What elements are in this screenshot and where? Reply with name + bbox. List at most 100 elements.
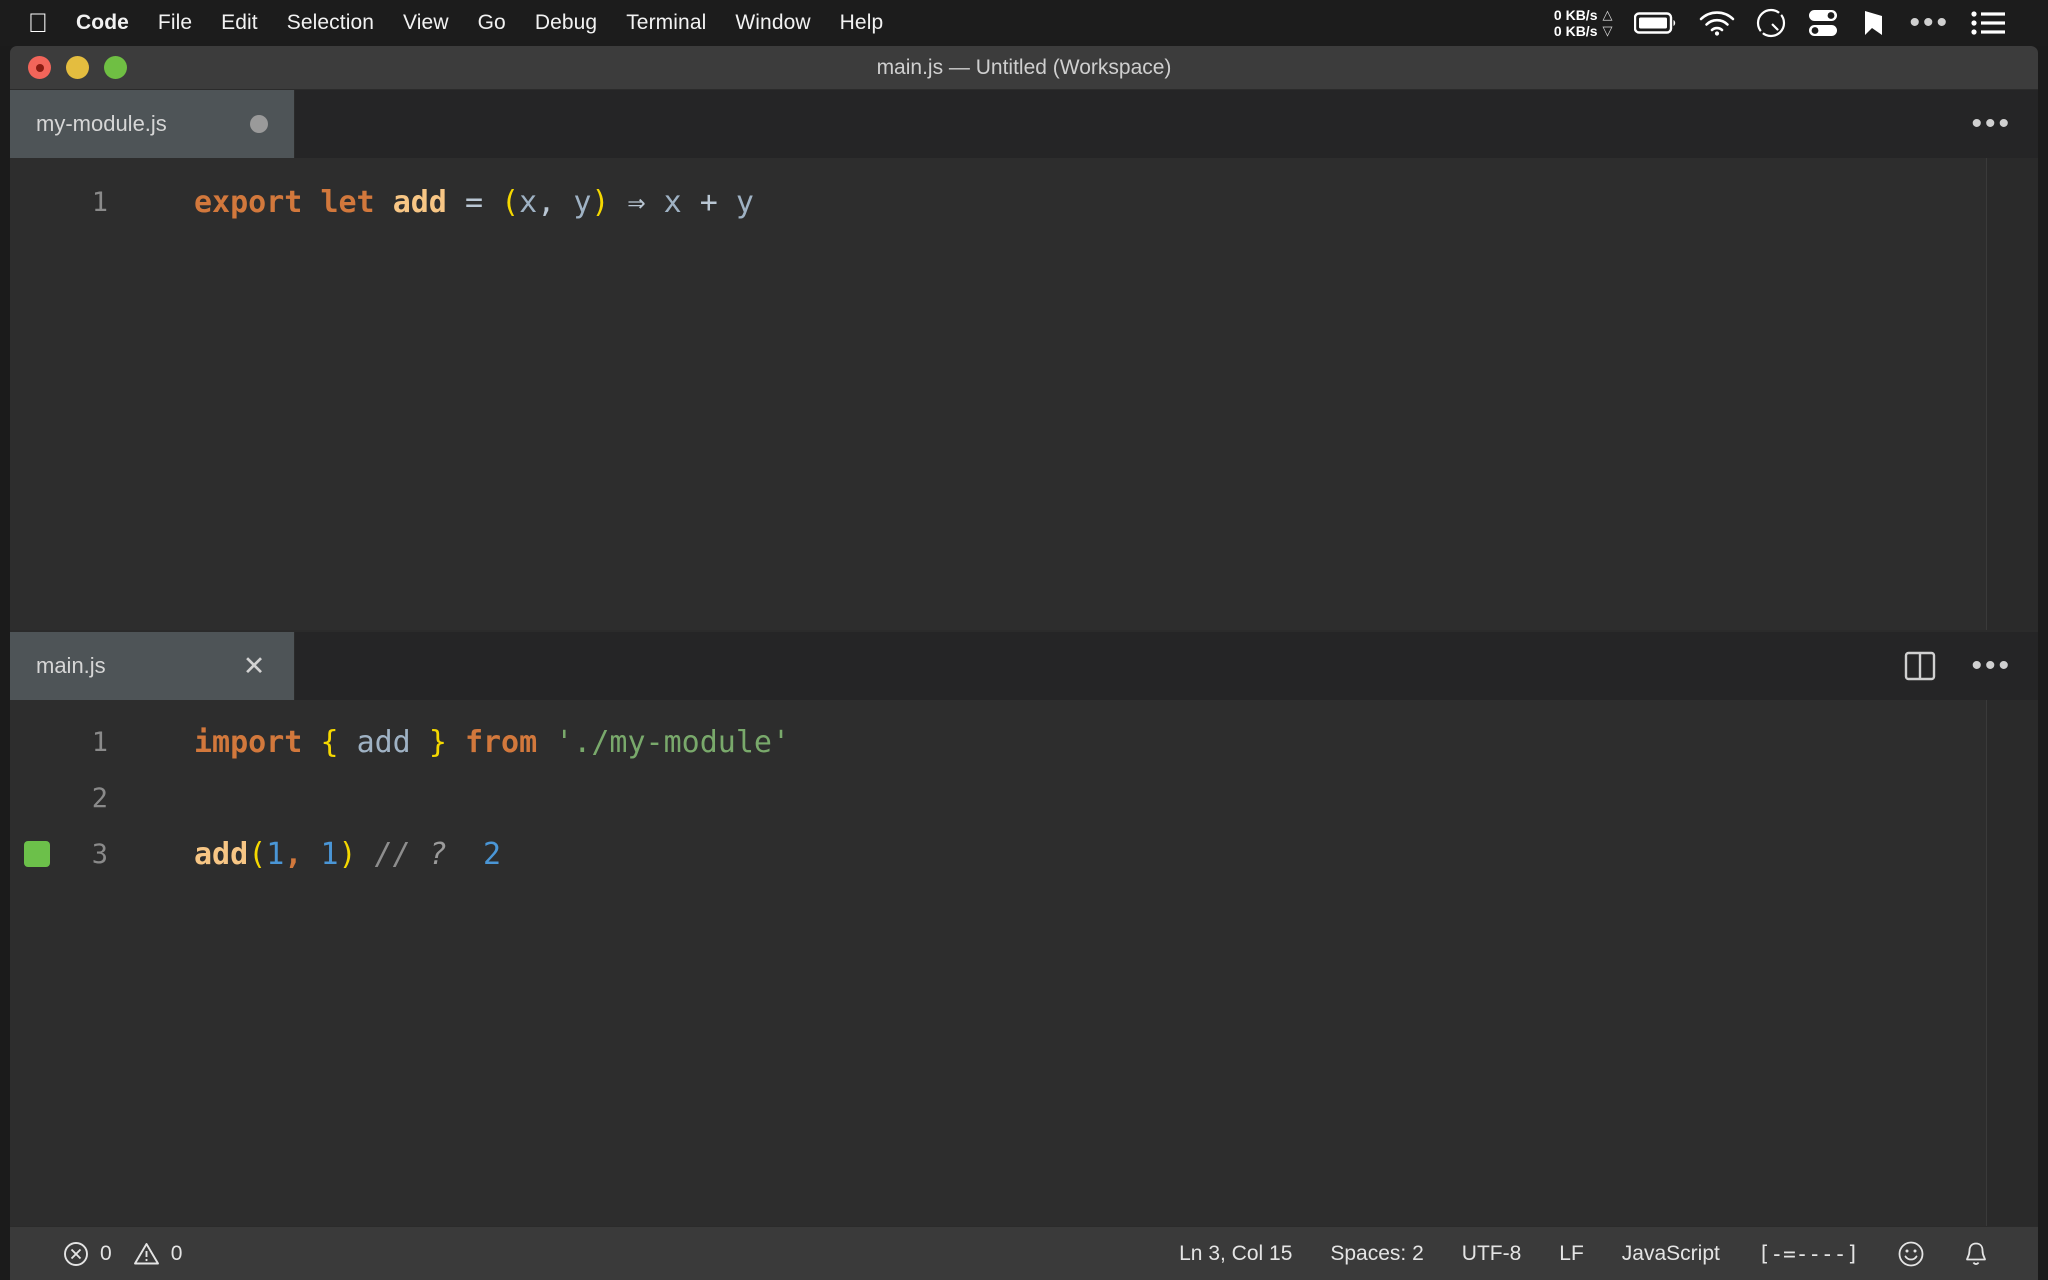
network-download-rate: 0 KB/s xyxy=(1554,23,1598,39)
minimize-window-button[interactable] xyxy=(66,56,89,79)
menu-item-debug[interactable]: Debug xyxy=(535,11,597,35)
gauge-icon[interactable] xyxy=(1756,8,1786,38)
code-line-content[interactable]: add(1, 1) // ? 2 xyxy=(140,837,501,872)
code-line[interactable]: 2 xyxy=(10,770,2038,826)
token-space xyxy=(411,725,429,760)
menu-item-terminal[interactable]: Terminal xyxy=(626,11,706,35)
wifi-icon[interactable] xyxy=(1699,10,1735,36)
token-variable: x xyxy=(519,185,537,220)
bell-icon xyxy=(1963,1240,1989,1268)
quokka-status[interactable]: [-=----] xyxy=(1739,1242,1878,1266)
code-line[interactable]: 3 add(1, 1) // ? 2 xyxy=(10,826,2038,882)
token-punctuation: , xyxy=(284,837,302,872)
close-tab-icon[interactable]: ✕ xyxy=(240,652,268,680)
tab-my-module-js[interactable]: my-module.js xyxy=(10,90,295,158)
token-quokka-query: ? xyxy=(429,837,447,872)
token-space xyxy=(375,185,393,220)
overview-ruler-1[interactable] xyxy=(1986,158,2038,630)
encoding-status[interactable]: UTF-8 xyxy=(1443,1242,1541,1266)
overview-ruler-2[interactable] xyxy=(1986,700,2038,1280)
language-mode-status[interactable]: JavaScript xyxy=(1603,1242,1739,1266)
status-bar-right: Ln 3, Col 15 Spaces: 2 UTF-8 LF JavaScri… xyxy=(1160,1240,2038,1268)
apple-logo-icon[interactable]:  xyxy=(26,9,50,37)
token-number: 1 xyxy=(320,837,338,872)
token-space xyxy=(555,185,573,220)
status-bar-left: 0 0 xyxy=(10,1241,201,1267)
code-line-content[interactable]: export let add = (x, y) ⇒ x + y xyxy=(140,185,754,220)
menu-item-window[interactable]: Window xyxy=(735,11,810,35)
token-string: './my-module' xyxy=(555,725,790,760)
battery-icon[interactable] xyxy=(1634,11,1678,35)
zoom-window-button[interactable] xyxy=(104,56,127,79)
problems-status-item[interactable]: 0 0 xyxy=(44,1241,201,1267)
menu-item-code[interactable]: Code xyxy=(76,11,129,35)
token-space xyxy=(483,185,501,220)
token-bracket: ) xyxy=(339,837,357,872)
token-keyword: from xyxy=(465,725,537,760)
indentation-status[interactable]: Spaces: 2 xyxy=(1311,1242,1442,1266)
vscode-window: main.js — Untitled (Workspace) my-module… xyxy=(10,46,2038,1280)
upload-arrow-icon: △ xyxy=(1602,7,1612,23)
split-editor-icon[interactable] xyxy=(1903,649,1937,683)
editor-group-2: main.js ✕ ••• 1 import { xyxy=(10,632,2038,1280)
ellipsis-icon[interactable]: ••• xyxy=(1909,8,1950,38)
menu-item-view[interactable]: View xyxy=(403,11,449,35)
smiley-icon xyxy=(1897,1240,1925,1268)
line-number: 2 xyxy=(92,783,108,814)
more-actions-icon[interactable]: ••• xyxy=(1971,109,2012,139)
feedback-button[interactable] xyxy=(1878,1240,1944,1268)
warning-count: 0 xyxy=(171,1242,183,1266)
close-window-button[interactable] xyxy=(28,56,51,79)
menu-item-go[interactable]: Go xyxy=(478,11,506,35)
code-line-content[interactable]: import { add } from './my-module' xyxy=(140,725,790,760)
cursor-position-status[interactable]: Ln 3, Col 15 xyxy=(1160,1242,1311,1266)
code-area-1[interactable]: 1 export let add = (x, y) ⇒ x + y xyxy=(10,158,2038,630)
network-speed-indicator[interactable]: 0 KB/s 0 KB/s △ ▽ xyxy=(1554,7,1613,39)
token-space xyxy=(411,837,429,872)
menu-item-selection[interactable]: Selection xyxy=(287,11,374,35)
tabbar-actions-group-1: ••• xyxy=(1971,90,2038,158)
tab-main-js[interactable]: main.js ✕ xyxy=(10,632,295,700)
menu-item-help[interactable]: Help xyxy=(840,11,884,35)
tabbar-group-2: main.js ✕ ••• xyxy=(10,632,2038,700)
shape-icon[interactable] xyxy=(1860,8,1888,38)
token-operator: = xyxy=(465,185,483,220)
editor-body-1[interactable]: 1 export let add = (x, y) ⇒ x + y xyxy=(10,158,2038,630)
token-space xyxy=(646,185,664,220)
token-variable: y xyxy=(573,185,591,220)
token-function-name: add xyxy=(194,837,248,872)
more-actions-icon[interactable]: ••• xyxy=(1971,651,2012,681)
token-operator: + xyxy=(700,185,718,220)
menu-item-edit[interactable]: Edit xyxy=(221,11,258,35)
error-count: 0 xyxy=(100,1242,112,1266)
eol-status[interactable]: LF xyxy=(1540,1242,1603,1266)
code-line[interactable]: 1 export let add = (x, y) ⇒ x + y xyxy=(10,174,2038,230)
token-keyword: export xyxy=(194,185,302,220)
list-menu-icon[interactable] xyxy=(1971,10,2005,36)
token-quokka-result-value: 2 xyxy=(483,837,501,872)
editor-body-2[interactable]: 1 import { add } from './my-module' 2 3 xyxy=(10,700,2038,1280)
token-function-name: add xyxy=(393,185,447,220)
token-space xyxy=(302,185,320,220)
tab-dirty-indicator[interactable] xyxy=(250,115,268,133)
tab-label: main.js xyxy=(36,653,106,679)
token-space xyxy=(609,185,627,220)
toggles-icon[interactable] xyxy=(1807,8,1839,38)
line-number: 1 xyxy=(92,187,108,218)
token-variable: y xyxy=(736,185,754,220)
menu-item-file[interactable]: File xyxy=(158,11,192,35)
line-number-gutter: 2 xyxy=(10,783,140,814)
code-line[interactable]: 1 import { add } from './my-module' xyxy=(10,714,2038,770)
notifications-button[interactable] xyxy=(1944,1240,2008,1268)
line-number: 3 xyxy=(92,839,108,870)
token-bracket: ( xyxy=(501,185,519,220)
token-space xyxy=(447,185,465,220)
warning-triangle-icon xyxy=(133,1241,160,1267)
token-bracket: } xyxy=(429,725,447,760)
error-circle-icon xyxy=(63,1241,89,1267)
code-area-2[interactable]: 1 import { add } from './my-module' 2 3 xyxy=(10,700,2038,1280)
token-keyword: import xyxy=(194,725,302,760)
line-number-gutter: 1 xyxy=(10,727,140,758)
window-titlebar: main.js — Untitled (Workspace) xyxy=(10,46,2038,90)
token-space xyxy=(718,185,736,220)
